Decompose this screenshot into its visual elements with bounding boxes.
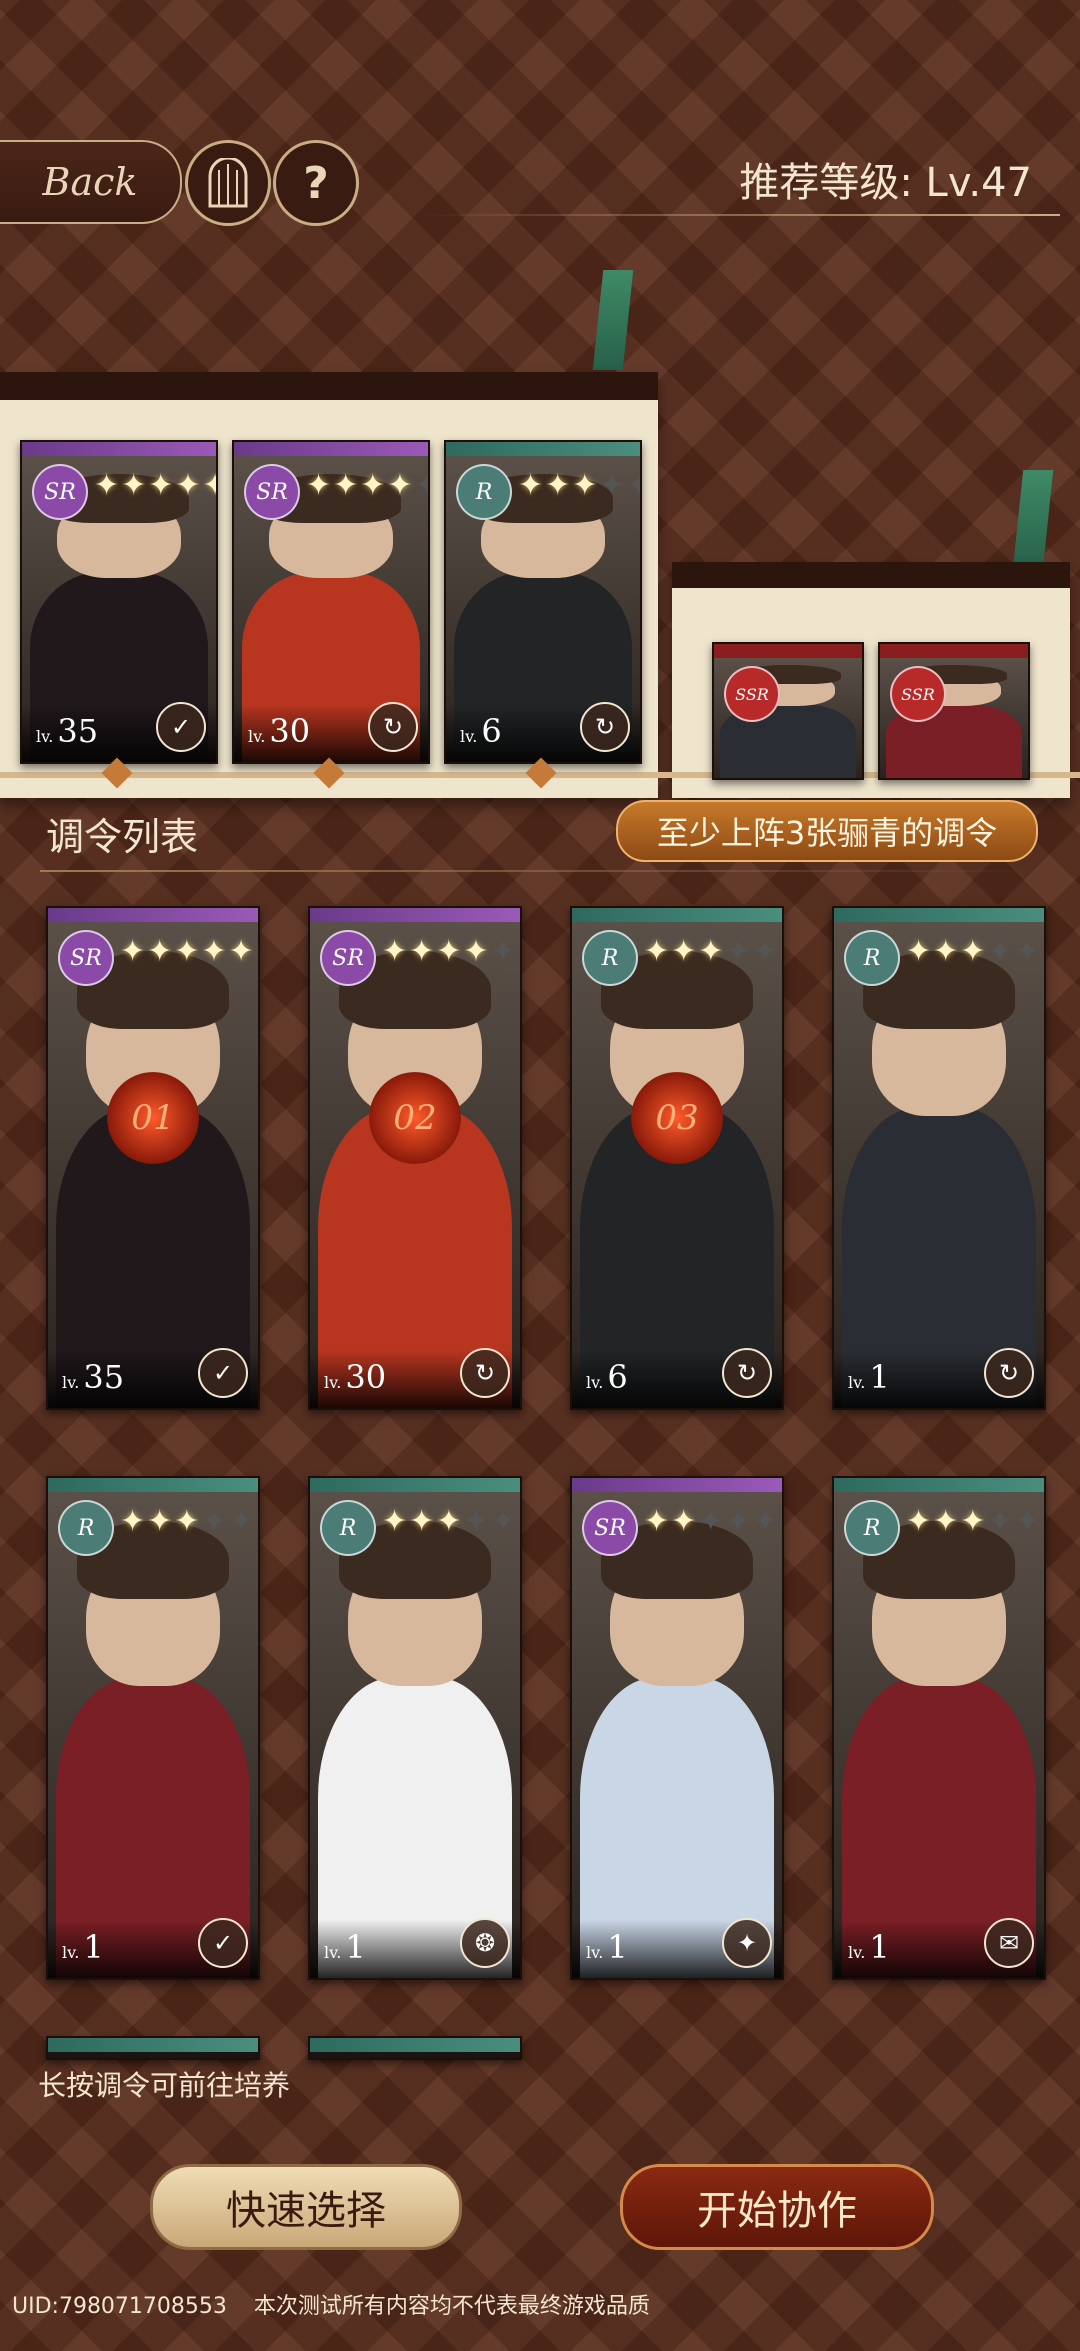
- card-level: lv. 1: [62, 1928, 104, 1966]
- card-level: lv. 6: [586, 1358, 628, 1396]
- order-number: 03: [631, 1072, 723, 1164]
- star-rating: ✦✦✦✦✦: [306, 468, 428, 503]
- character-art: [834, 1492, 1044, 1978]
- order-card[interactable]: R ✦✦✦✦✦ lv. 1 ❂: [308, 1476, 522, 1980]
- card-level: lv. 30: [324, 1358, 387, 1396]
- character-art: [572, 1492, 782, 1978]
- order-card[interactable]: R ✦✦✦✦✦ 03 lv. 6 ↻: [570, 906, 784, 1410]
- team-slot-card[interactable]: SR✦✦✦✦✦ lv.30 ↻: [232, 440, 430, 764]
- star-rating: ✦✦✦✦✦: [382, 934, 518, 969]
- disclaimer: 本次测试所有内容均不代表最终游戏品质: [253, 2294, 650, 2319]
- rarity-badge: SSR: [890, 666, 946, 722]
- skill-icon: ✉: [984, 1918, 1034, 1968]
- requirement-badge: 至少上阵3张骊青的调令: [616, 800, 1038, 862]
- team-slot-card[interactable]: R✦✦✦✦✦ lv.6 ↻: [444, 440, 642, 764]
- character-art: [310, 1492, 520, 1978]
- card-level: lv. 6: [460, 712, 502, 750]
- gate-button[interactable]: [185, 140, 271, 226]
- team-slot-card[interactable]: SR ✦✦✦✦✦ lv. 35 ✓: [20, 440, 218, 764]
- back-button[interactable]: Back: [0, 140, 182, 224]
- rarity-badge: SR: [320, 930, 376, 986]
- card-level: lv. 1: [848, 1358, 890, 1396]
- star-rating: ✦✦✦✦✦: [906, 934, 1042, 969]
- card-level: lv. 1: [324, 1928, 366, 1966]
- support-slot-card[interactable]: SSR: [878, 642, 1030, 780]
- ribbon-decoration: [592, 270, 634, 370]
- order-card[interactable]: R ✦✦✦✦✦ lv. 1 ✓: [46, 1476, 260, 1980]
- rarity-badge: R: [456, 464, 512, 520]
- skill-icon: ✓: [198, 1348, 248, 1398]
- card-level: lv. 35: [62, 1358, 125, 1396]
- help-icon: ?: [303, 157, 329, 209]
- character-art: [48, 1492, 258, 1978]
- character-art: [48, 922, 258, 1408]
- skill-icon: ✓: [156, 702, 206, 752]
- order-card[interactable]: SR ✦✦✦✦✦ lv. 1 ✦: [570, 1476, 784, 1980]
- card-level: lv. 1: [586, 1928, 628, 1966]
- rarity-badge: R: [582, 930, 638, 986]
- rarity-badge: SSR: [724, 666, 780, 722]
- skill-icon: ✦: [722, 1918, 772, 1968]
- gate-icon: [208, 158, 248, 208]
- rarity-badge: SR: [32, 464, 88, 520]
- character-art: [572, 922, 782, 1408]
- rarity-badge: SR: [244, 464, 300, 520]
- back-label: Back: [42, 160, 138, 204]
- support-slot-card[interactable]: SSR: [712, 642, 864, 780]
- star-rating: ✦✦✦✦✦: [644, 1504, 780, 1539]
- quick-select-button[interactable]: 快速选择: [150, 2164, 462, 2250]
- card-level: lv. 30: [248, 712, 311, 750]
- star-rating: ✦✦✦✦✦: [644, 934, 780, 969]
- star-rating: ✦✦✦✦✦: [120, 1504, 256, 1539]
- character-art: [834, 922, 1044, 1408]
- star-rating: ✦✦✦✦✦: [906, 1504, 1042, 1539]
- footer: UID:798071708553 本次测试所有内容均不代表最终游戏品质: [12, 2288, 650, 2320]
- skill-icon: ❂: [460, 1918, 510, 1968]
- requirement-text: 至少上阵3张骊青的调令: [656, 814, 998, 852]
- order-card[interactable]: SR ✦✦✦✦✦ 02 lv. 30 ↻: [308, 906, 522, 1410]
- order-number: 02: [369, 1072, 461, 1164]
- character-art: [310, 922, 520, 1408]
- order-card-partial[interactable]: [46, 2036, 260, 2060]
- star-rating: ✦✦✦✦✦: [518, 468, 640, 503]
- help-button[interactable]: ?: [273, 140, 359, 226]
- skill-icon: ↻: [580, 702, 630, 752]
- skill-icon: ↻: [368, 702, 418, 752]
- recommended-level: 推荐等级: Lv.47: [739, 160, 1032, 206]
- start-cooperation-button[interactable]: 开始协作: [620, 2164, 934, 2250]
- star-rating: ✦✦✦✦✦: [94, 468, 218, 503]
- rarity-badge: R: [844, 930, 900, 986]
- order-list-title: 调令列表: [46, 815, 199, 859]
- rarity-badge: R: [844, 1500, 900, 1556]
- card-level: lv. 1: [848, 1928, 890, 1966]
- rarity-badge: SR: [582, 1500, 638, 1556]
- ribbon-decoration: [1012, 470, 1054, 570]
- star-rating: ✦✦✦✦✦: [120, 934, 256, 969]
- rarity-badge: SR: [58, 930, 114, 986]
- skill-icon: ✓: [198, 1918, 248, 1968]
- order-card[interactable]: R ✦✦✦✦✦ lv. 1 ↻: [832, 906, 1046, 1410]
- header-divider: [420, 214, 1060, 216]
- order-number: 01: [107, 1072, 199, 1164]
- order-card[interactable]: SR ✦✦✦✦✦ 01 lv. 35 ✓: [46, 906, 260, 1410]
- skill-icon: ↻: [984, 1348, 1034, 1398]
- rarity-badge: R: [58, 1500, 114, 1556]
- star-rating: ✦✦✦✦✦: [382, 1504, 518, 1539]
- card-level: lv. 35: [36, 712, 99, 750]
- skill-icon: ↻: [460, 1348, 510, 1398]
- long-press-hint: 长按调令可前往培养: [38, 2069, 291, 2102]
- skill-icon: ↻: [722, 1348, 772, 1398]
- rarity-badge: R: [320, 1500, 376, 1556]
- list-divider: [40, 870, 1040, 872]
- order-card-partial[interactable]: [308, 2036, 522, 2060]
- order-card[interactable]: R ✦✦✦✦✦ lv. 1 ✉: [832, 1476, 1046, 1980]
- user-id: UID:798071708553: [12, 2294, 227, 2319]
